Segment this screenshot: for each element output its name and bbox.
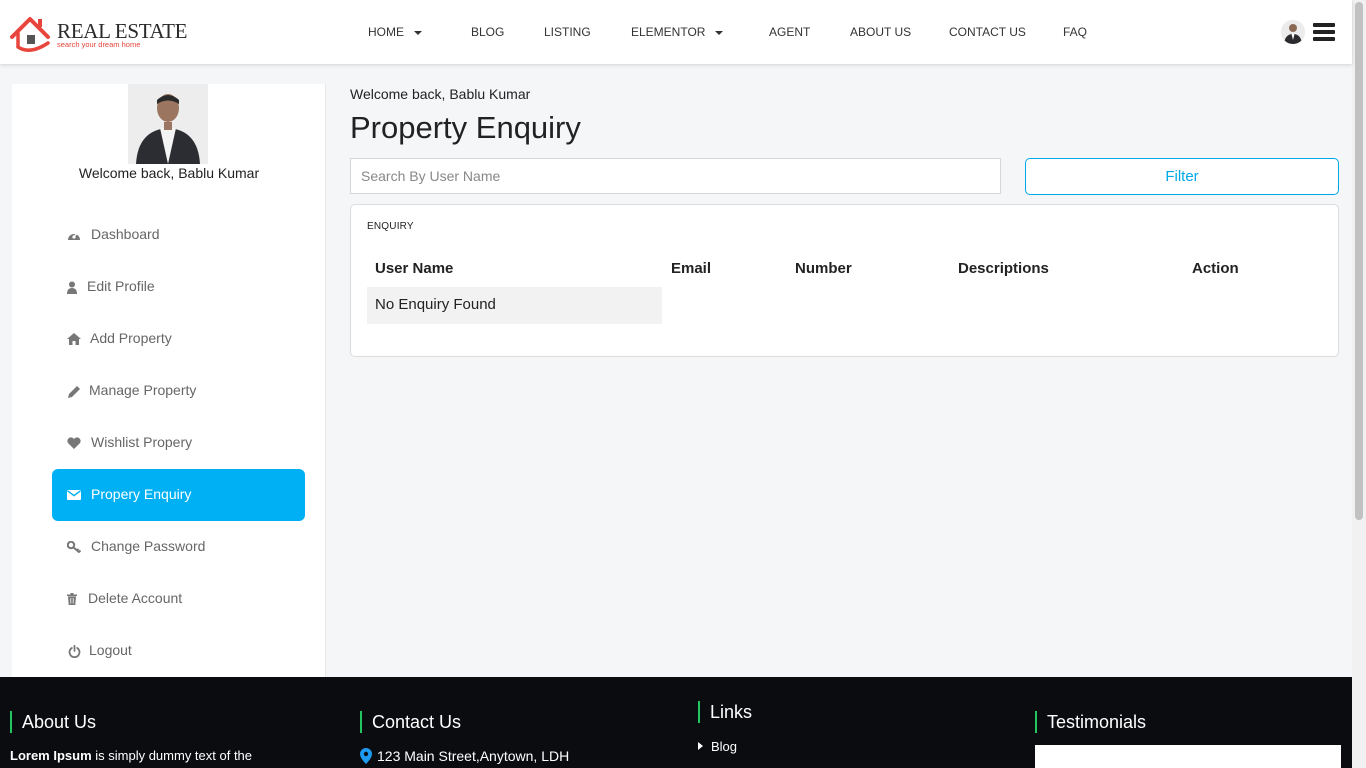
footer-link-label: Blog [711, 739, 738, 754]
column-header-user-name: User Name [375, 260, 454, 277]
column-header-email: Email [671, 260, 712, 277]
trash-icon [66, 591, 78, 607]
home-icon [66, 331, 82, 347]
footer-about-bold: Lorem Ipsum [10, 748, 92, 763]
footer-links-heading: Links [698, 701, 752, 723]
footer-address: 123 Main Street,Anytown, LDH [360, 748, 569, 764]
user-icon [66, 279, 78, 295]
chevron-down-icon [715, 30, 724, 35]
column-header-descriptions: Descriptions [958, 260, 1049, 277]
top-header: REAL ESTATE search your dream home HOME … [0, 0, 1352, 64]
nav-blog-label: BLOG [471, 25, 505, 39]
sidebar-item-property-enquiry[interactable]: Propery Enquiry [52, 469, 305, 521]
pencil-icon [66, 383, 82, 399]
sidebar-item-add-property[interactable]: Add Property [52, 313, 305, 365]
filter-button[interactable]: Filter [1025, 158, 1339, 195]
column-header-number: Number [795, 260, 852, 277]
envelope-icon [66, 487, 82, 503]
scrollbar-thumb[interactable] [1355, 2, 1363, 520]
sidebar-item-wishlist[interactable]: Wishlist Propery [52, 417, 305, 469]
nav-contact-us[interactable]: CONTACT US [949, 25, 1026, 39]
power-icon [66, 643, 82, 659]
card-label: ENQUIRY [367, 221, 414, 232]
nav-about-us[interactable]: ABOUT US [850, 25, 911, 39]
nav-home[interactable]: HOME [368, 25, 422, 39]
user-avatar-icon [1281, 20, 1305, 44]
sidebar-item-label: Add Property [90, 330, 172, 346]
sidebar-item-label: Logout [89, 642, 132, 658]
sidebar-item-label: Propery Enquiry [91, 486, 192, 502]
footer-about-body: is simply dummy text of the [95, 748, 253, 763]
nav-home-label: HOME [368, 25, 404, 39]
footer-about-heading: About Us [10, 711, 96, 733]
footer-address-text: 123 Main Street,Anytown, LDH [377, 748, 570, 764]
sidebar-item-label: Edit Profile [87, 278, 155, 294]
search-input[interactable] [350, 158, 1001, 194]
heart-icon [66, 435, 82, 451]
sidebar-item-label: Wishlist Propery [91, 434, 193, 450]
hamburger-menu-icon[interactable] [1313, 23, 1335, 41]
map-pin-icon [360, 748, 372, 764]
site-logo[interactable]: REAL ESTATE search your dream home [8, 11, 187, 53]
page-title: Property Enquiry [350, 110, 581, 145]
testimonial-card [1035, 745, 1341, 768]
logo-tagline: search your dream home [57, 40, 141, 49]
dashboard-icon [66, 227, 82, 243]
sidebar-item-change-password[interactable]: Change Password [52, 521, 305, 573]
nav-listing-label: LISTING [544, 25, 591, 39]
sidebar-item-label: Manage Property [89, 382, 197, 398]
sidebar-item-edit-profile[interactable]: Edit Profile [52, 261, 305, 313]
key-icon [66, 539, 82, 555]
sidebar-item-dashboard[interactable]: Dashboard [52, 209, 305, 261]
dashboard-sidebar: Welcome back, Bablu Kumar Dashboard Edit… [12, 84, 326, 678]
site-footer: About Us Lorem Ipsum is simply dummy tex… [0, 677, 1352, 768]
footer-about-text: Lorem Ipsum is simply dummy text of the [10, 748, 252, 763]
nav-about-label: ABOUT US [850, 25, 912, 39]
nav-listing[interactable]: LISTING [544, 25, 591, 39]
footer-contact-heading: Contact Us [360, 711, 461, 733]
profile-person-image [128, 84, 208, 164]
sidebar-item-delete-account[interactable]: Delete Account [52, 573, 305, 625]
nav-agent-label: AGENT [769, 25, 811, 39]
nav-blog[interactable]: BLOG [471, 25, 504, 39]
column-header-action: Action [1192, 260, 1239, 277]
page-scrollbar[interactable] [1352, 0, 1366, 768]
nav-elementor[interactable]: ELEMENTOR [631, 25, 724, 39]
footer-link-blog[interactable]: Blog [698, 739, 737, 754]
sidebar-item-label: Change Password [91, 538, 206, 554]
house-logo-icon [10, 17, 50, 52]
sidebar-item-label: Delete Account [88, 590, 183, 606]
nav-agent[interactable]: AGENT [769, 25, 810, 39]
sidebar-item-label: Dashboard [91, 226, 160, 242]
caret-right-icon [698, 742, 703, 750]
nav-faq-label: FAQ [1063, 25, 1088, 39]
enquiry-card: ENQUIRY User Name Email Number Descripti… [350, 204, 1339, 357]
footer-testimonials-heading: Testimonials [1035, 711, 1146, 733]
chevron-down-icon [414, 30, 422, 35]
header-avatar[interactable] [1281, 20, 1305, 44]
nav-elementor-label: ELEMENTOR [631, 25, 706, 39]
nav-faq[interactable]: FAQ [1063, 25, 1087, 39]
sidebar-item-logout[interactable]: Logout [52, 625, 305, 677]
profile-photo [128, 84, 208, 164]
empty-state-message: No Enquiry Found [367, 287, 662, 324]
nav-contact-label: CONTACT US [949, 25, 1026, 39]
sidebar-item-manage-property[interactable]: Manage Property [52, 365, 305, 417]
sidebar-welcome-text: Welcome back, Bablu Kumar [78, 165, 260, 181]
main-welcome-text: Welcome back, Bablu Kumar [350, 86, 531, 102]
